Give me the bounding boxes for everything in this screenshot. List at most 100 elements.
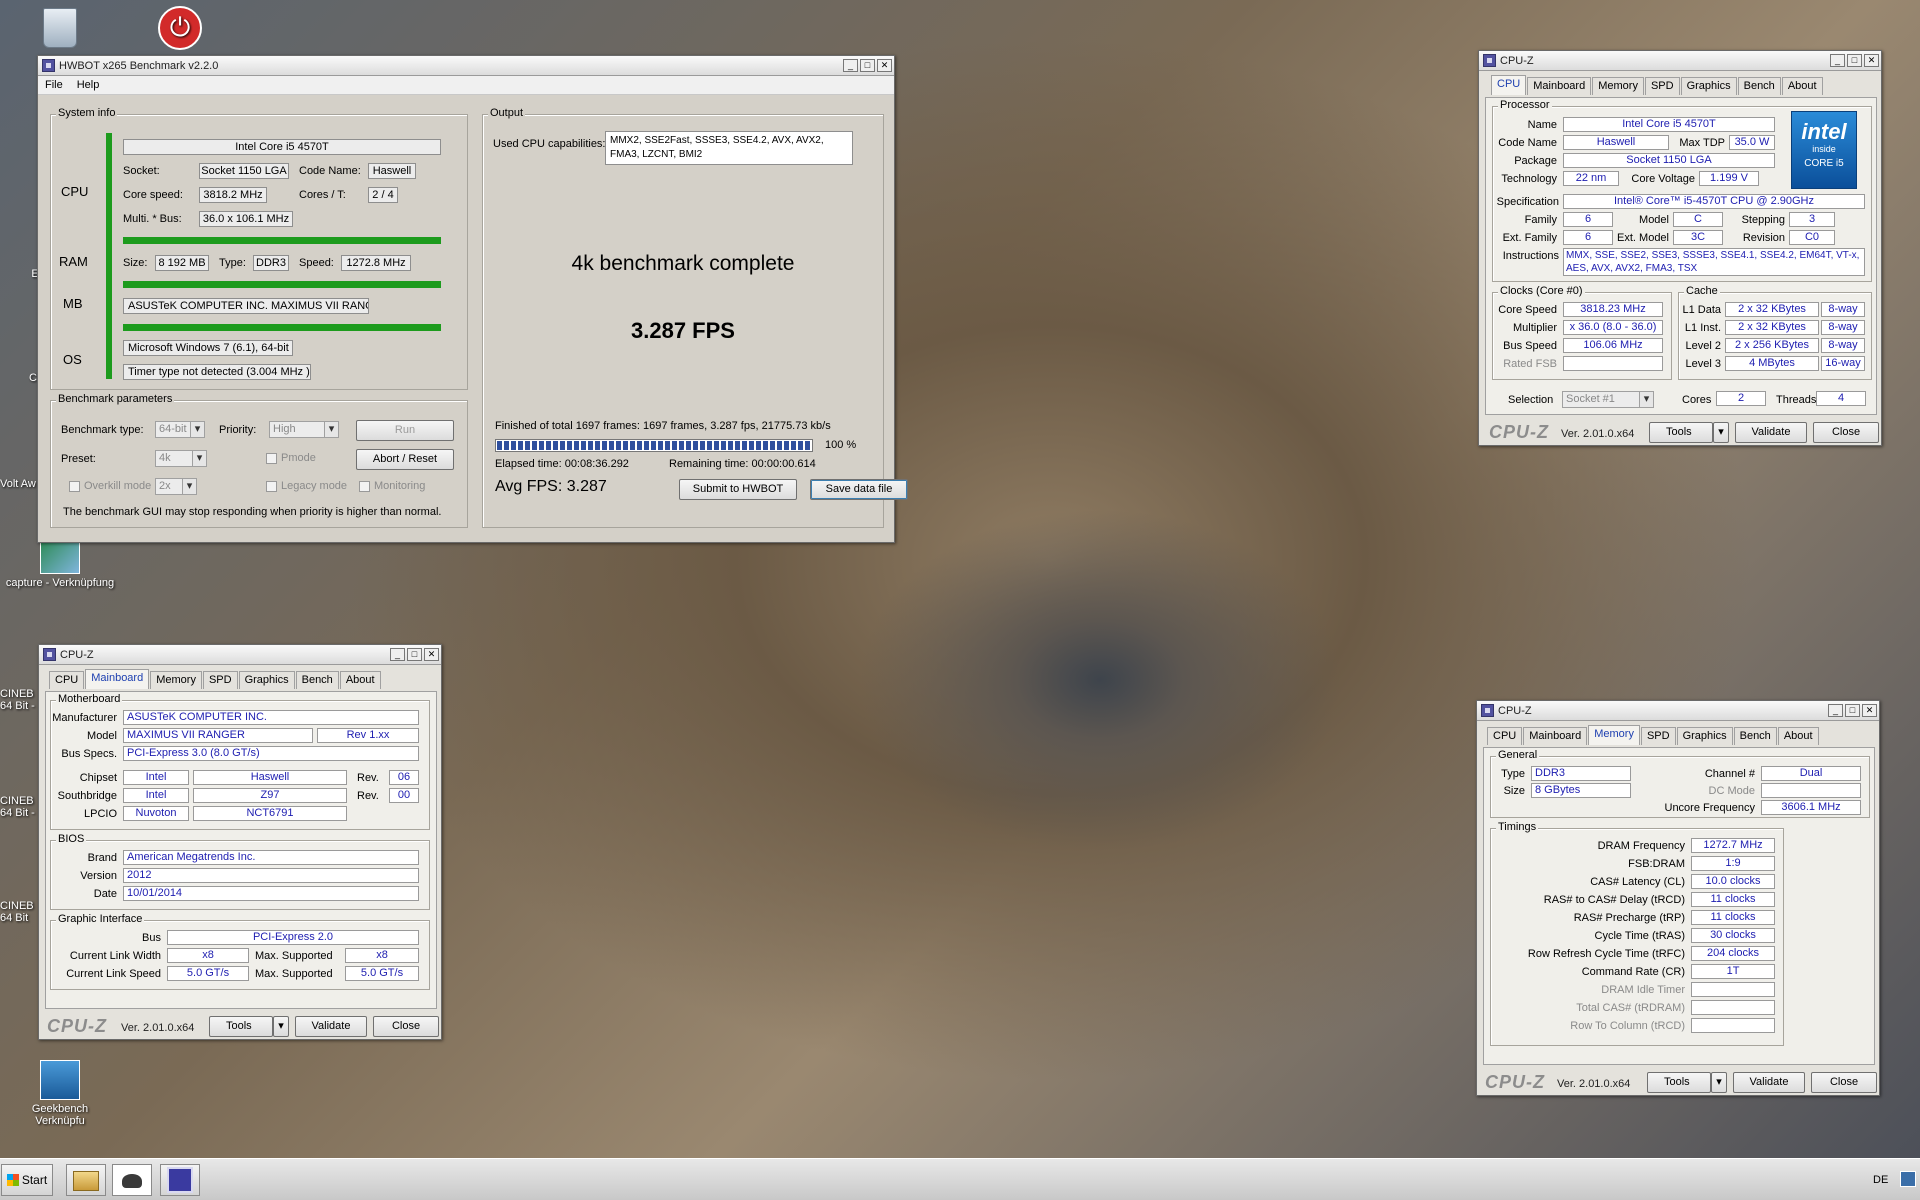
save-data-button[interactable]: Save data file (810, 479, 908, 500)
recycle-bin-icon[interactable] (20, 8, 100, 51)
hwbot-titlebar[interactable]: HWBOT x265 Benchmark v2.2.0 _ □ ✕ (38, 56, 894, 76)
menu-file[interactable]: File (38, 79, 70, 91)
tab-cpu[interactable]: CPU (1491, 75, 1527, 95)
timing-value (1691, 1018, 1775, 1033)
progress-segment (728, 441, 733, 450)
os-section-label: OS (63, 352, 82, 367)
notification-icon[interactable] (1900, 1171, 1916, 1187)
intel-core-text: CORE i5 (1804, 158, 1844, 169)
cpuz-taskbar-icon[interactable] (160, 1164, 200, 1196)
tools-button[interactable]: Tools (1649, 422, 1713, 443)
socket-selection-select[interactable]: Socket #1 (1562, 391, 1654, 408)
tab-mainboard[interactable]: Mainboard (1527, 77, 1592, 95)
bus-speed-field: 106.06 MHz (1563, 338, 1663, 353)
start-button[interactable]: Start (1, 1164, 53, 1196)
explorer-taskbar-icon[interactable] (66, 1164, 106, 1196)
tab-graphics[interactable]: Graphics (1680, 77, 1737, 95)
mb-section-label: MB (63, 296, 83, 311)
cinebench-shortcut-2[interactable]: CINEB 64 Bit - (0, 795, 38, 819)
tab-about[interactable]: About (1777, 727, 1819, 745)
pmode-checkbox[interactable]: Pmode (266, 452, 316, 464)
minimize-button[interactable]: _ (843, 59, 858, 72)
southbridge-field: Intel (123, 788, 189, 803)
minimize-button[interactable]: _ (390, 648, 405, 661)
tools-dropdown-icon[interactable]: ▾ (1711, 1072, 1727, 1093)
maximize-button[interactable]: □ (407, 648, 422, 661)
monitoring-checkbox[interactable]: Monitoring (359, 480, 425, 492)
tab-spd[interactable]: SPD (1644, 77, 1680, 95)
tab-mainboard[interactable]: Mainboard (85, 669, 150, 689)
tab-cpu[interactable]: CPU (1487, 727, 1523, 745)
hwbot-taskbar-icon[interactable] (112, 1164, 152, 1196)
tab-bench[interactable]: Bench (1737, 77, 1781, 95)
tools-button[interactable]: Tools (1647, 1072, 1711, 1093)
maximize-button[interactable]: □ (1845, 704, 1860, 717)
overkill-select[interactable]: 2x (155, 478, 197, 495)
l1-inst-field: 2 x 32 KBytes (1725, 320, 1819, 335)
preset-select[interactable]: 4k (155, 450, 207, 467)
tools-dropdown-icon[interactable]: ▾ (273, 1016, 289, 1037)
minimize-button[interactable]: _ (1830, 54, 1845, 67)
close-window-button[interactable]: ✕ (1862, 704, 1877, 717)
cpuz-memory-titlebar[interactable]: CPU-Z _ □ ✕ (1477, 701, 1879, 721)
ext-family-label: Ext. Family (1502, 232, 1557, 244)
tab-bench[interactable]: Bench (295, 671, 339, 689)
submit-hwbot-button[interactable]: Submit to HWBOT (679, 479, 797, 500)
lpcio-field: Nuvoton (123, 806, 189, 821)
close-button[interactable]: Close (1811, 1072, 1877, 1093)
close-button[interactable]: Close (1813, 422, 1879, 443)
minimize-button[interactable]: _ (1828, 704, 1843, 717)
tab-about[interactable]: About (339, 671, 381, 689)
cinebench-shortcut-3[interactable]: CINEB 64 Bit (0, 900, 38, 924)
tab-spd[interactable]: SPD (1640, 727, 1676, 745)
validate-button[interactable]: Validate (295, 1016, 367, 1037)
tab-cpu[interactable]: CPU (49, 671, 85, 689)
model-label: Model (1639, 214, 1669, 226)
tab-mainboard[interactable]: Mainboard (1523, 727, 1588, 745)
tools-dropdown-icon[interactable]: ▾ (1713, 422, 1729, 443)
intel-core-i5-logo: intel inside CORE i5 (1791, 111, 1857, 189)
cpuz-cpu-titlebar[interactable]: CPU-Z _ □ ✕ (1479, 51, 1881, 71)
geekbench-shortcut[interactable]: Geekbench Verknüpfu (20, 1060, 100, 1127)
l1-inst-way: 8-way (1821, 320, 1865, 335)
maximize-button[interactable]: □ (860, 59, 875, 72)
close-window-button[interactable]: ✕ (424, 648, 439, 661)
priority-select[interactable]: High (269, 421, 339, 438)
close-window-button[interactable]: ✕ (877, 59, 892, 72)
overkill-checkbox[interactable]: Overkill mode (69, 480, 151, 492)
validate-button[interactable]: Validate (1735, 422, 1807, 443)
bios-brand-label: Brand (87, 852, 117, 864)
tab-memory[interactable]: Memory (150, 671, 202, 689)
progress-segment (693, 441, 698, 450)
shutdown-shortcut-icon[interactable]: ⏻ (140, 6, 220, 53)
tools-button[interactable]: Tools (209, 1016, 273, 1037)
tab-graphics[interactable]: Graphics (238, 671, 295, 689)
cpuz-app-icon (1481, 704, 1494, 717)
benchmark-params-legend: Benchmark parameters (56, 393, 175, 405)
bios-brand-field: American Megatrends Inc. (123, 850, 419, 865)
tab-bench[interactable]: Bench (1733, 727, 1777, 745)
maximize-button[interactable]: □ (1847, 54, 1862, 67)
tab-about[interactable]: About (1781, 77, 1823, 95)
timing-label: CAS# Latency (CL) (1590, 876, 1685, 888)
menu-help[interactable]: Help (70, 79, 107, 91)
specification-label: Specification (1496, 196, 1559, 208)
cpu-codename-field: Haswell (1563, 135, 1669, 150)
legacy-checkbox[interactable]: Legacy mode (266, 480, 347, 492)
tab-spd[interactable]: SPD (202, 671, 238, 689)
tab-memory[interactable]: Memory (1588, 725, 1640, 745)
cpuz-mainboard-titlebar[interactable]: CPU-Z _ □ ✕ (39, 645, 441, 665)
tab-graphics[interactable]: Graphics (1676, 727, 1733, 745)
language-indicator[interactable]: DE (1873, 1173, 1888, 1187)
tab-memory[interactable]: Memory (1592, 77, 1644, 95)
bios-date-field: 10/01/2014 (123, 886, 419, 901)
benchmark-type-select[interactable]: 64-bit (155, 421, 205, 438)
ram-type-label: Type: (219, 257, 246, 269)
close-button[interactable]: Close (373, 1016, 439, 1037)
close-window-button[interactable]: ✕ (1864, 54, 1879, 67)
abort-reset-button[interactable]: Abort / Reset (356, 449, 454, 470)
validate-button[interactable]: Validate (1733, 1072, 1805, 1093)
cinebench-shortcut-1[interactable]: CINEB 64 Bit - (0, 688, 38, 712)
run-button[interactable]: Run (356, 420, 454, 441)
capture-shortcut[interactable]: capture - Verknüpfung (0, 540, 120, 589)
